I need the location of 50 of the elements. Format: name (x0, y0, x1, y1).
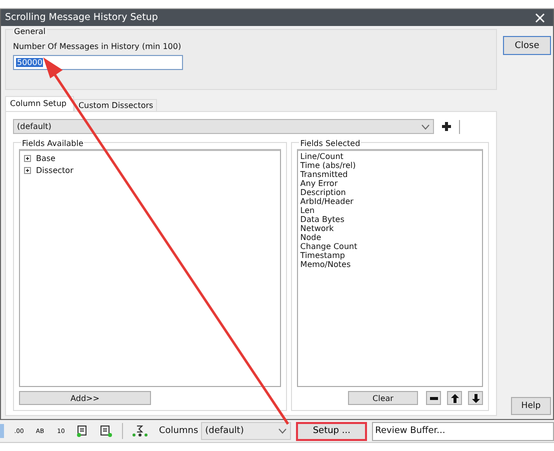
list-item[interactable]: Description (300, 188, 480, 197)
toolbar-handle[interactable] (0, 424, 4, 438)
up-arrow-icon (450, 394, 458, 402)
expander-icon[interactable] (24, 154, 31, 162)
list-item[interactable]: ArbId/Header (300, 197, 480, 206)
tab[interactable]: Custom Dissectors (74, 99, 158, 111)
list-item[interactable]: Line/Count (300, 152, 480, 161)
list-box[interactable]: Line/Count Time (abs/rel) Transmitted Any Error Description ArbId/Header Len Data Bytes Network Node Change Count Timestamp Memo/Notes (297, 149, 483, 387)
group-title: Fields Selected (299, 139, 362, 148)
list-item[interactable]: Node (300, 233, 480, 242)
close-icon[interactable] (535, 12, 545, 22)
preset-dropdown[interactable]: (default) (13, 119, 434, 134)
list-item[interactable]: Network (300, 224, 480, 233)
move-up-button[interactable] (447, 391, 462, 405)
field-value: 50000 (16, 58, 44, 67)
minus-icon (430, 396, 438, 400)
expander-icon[interactable] (24, 166, 31, 174)
list-item[interactable]: Change Count (300, 242, 480, 251)
chevron-icon (278, 428, 288, 434)
window-title: Scrolling Message History Setup (5, 12, 158, 23)
close-button[interactable]: Close (503, 36, 551, 55)
help-button[interactable]: Help (511, 397, 551, 415)
columns-label: Columns (159, 426, 198, 436)
list-item[interactable]: Timestamp (300, 251, 480, 260)
clear-button[interactable]: Clear (348, 391, 418, 405)
field-label: Number Of Messages in History (min 100) (13, 42, 182, 51)
tree-item[interactable]: Base (36, 154, 56, 162)
add-icon[interactable] (442, 122, 451, 131)
move-down-button[interactable] (468, 391, 483, 405)
list-item[interactable]: Time (abs/rel) (300, 161, 480, 170)
down-arrow-icon (472, 394, 480, 402)
input-field[interactable]: 50000 (13, 55, 183, 70)
tree-item[interactable]: Dissector (36, 166, 74, 174)
buffer-field[interactable]: Review Buffer... (372, 422, 554, 440)
tab[interactable]: Column Setup (5, 96, 74, 111)
columns-dropdown[interactable]: (default) (201, 422, 292, 440)
list-item[interactable]: Transmitted (300, 170, 480, 179)
list-item[interactable]: Len (300, 206, 480, 215)
list-item[interactable]: Memo/Notes (300, 260, 480, 269)
group-title: General (13, 27, 47, 36)
group-title: Fields Available (21, 139, 84, 148)
setup-button[interactable]: Setup ... (296, 422, 368, 440)
list-item[interactable]: Data Bytes (300, 215, 480, 224)
list-item[interactable]: Any Error (300, 179, 480, 188)
tree-view[interactable]: Base Dissector (19, 149, 282, 387)
document-icon[interactable] (99, 425, 113, 437)
add-button[interactable]: Add>> (19, 391, 151, 405)
chevron-icon (421, 124, 430, 130)
remove-button[interactable] (426, 391, 441, 405)
sigma-icon[interactable] (132, 425, 148, 437)
